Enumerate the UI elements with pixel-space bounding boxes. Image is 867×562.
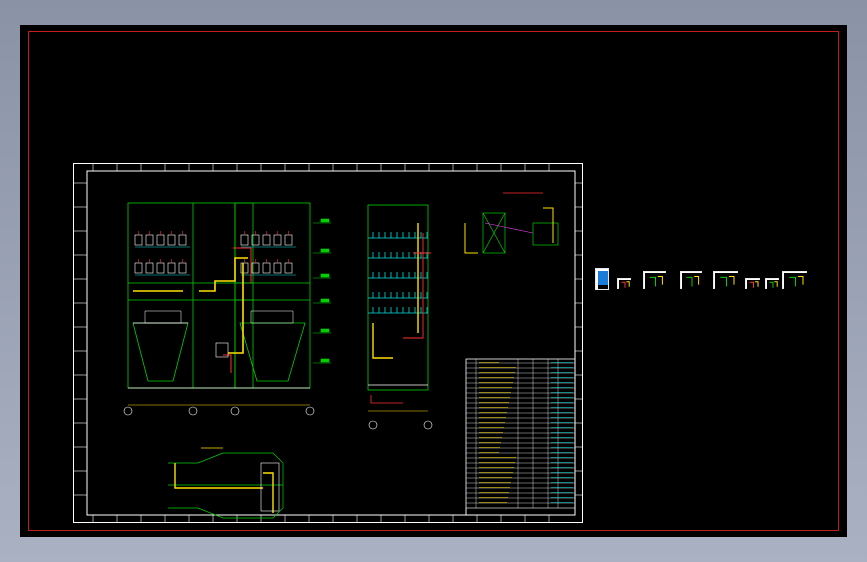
thumbnail-icon	[784, 273, 807, 289]
cad-canvas[interactable]	[20, 25, 847, 537]
thumb-8[interactable]	[782, 271, 807, 289]
sheet-outer-border	[73, 163, 583, 523]
thumb-3[interactable]	[643, 271, 666, 289]
drawing-sheet-icon	[598, 271, 608, 289]
thumbnail-icon	[747, 280, 760, 289]
drawing-sheet[interactable]	[73, 163, 583, 523]
thumb-2[interactable]	[617, 278, 631, 289]
thumbnail-icon	[682, 273, 702, 289]
thumb-7[interactable]	[765, 278, 779, 289]
thumbnail-icon	[715, 273, 738, 289]
thumbnail-icon	[619, 280, 631, 289]
thumb-4[interactable]	[680, 271, 702, 289]
thumb-1[interactable]	[595, 268, 609, 290]
thumb-6[interactable]	[745, 278, 760, 289]
drawing-sheet-svg	[73, 163, 583, 523]
thumb-5[interactable]	[713, 271, 738, 289]
thumbnail-icon	[767, 280, 779, 289]
thumbnail-icon	[645, 273, 666, 289]
